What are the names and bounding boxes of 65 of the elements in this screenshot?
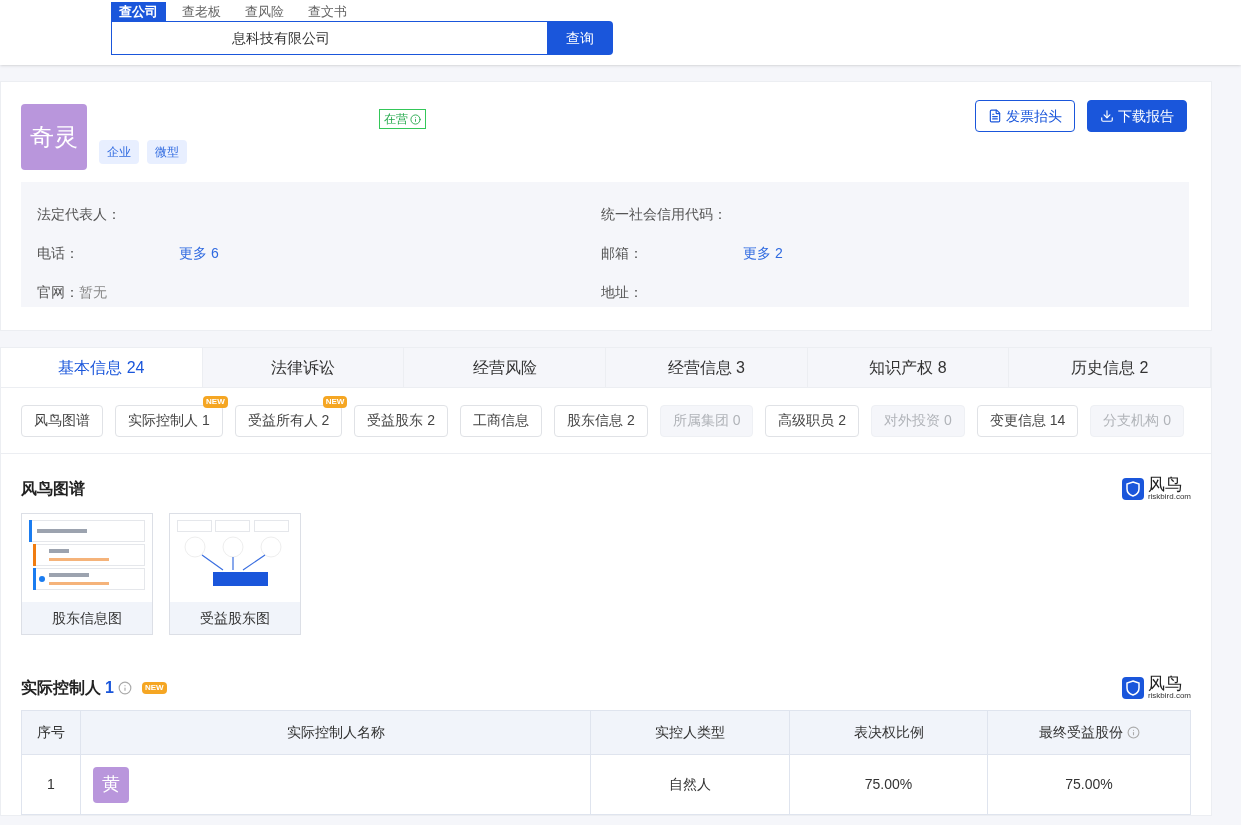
column-header: 序号	[21, 710, 81, 755]
column-header: 表决权比例	[789, 710, 988, 755]
field-label: 统一社会信用代码：	[601, 204, 727, 224]
invoice-title-button[interactable]: 发票抬头	[975, 100, 1075, 132]
section-tab[interactable]: 法律诉讼	[202, 348, 405, 387]
shield-logo-icon	[1121, 676, 1144, 699]
search-field[interactable]: 息科技有限公司	[111, 21, 547, 55]
status-badge: 在营	[379, 109, 426, 129]
column-header: 实际控制人名称	[80, 710, 591, 755]
field-value: 暂无	[79, 283, 107, 303]
tag-badge: 企业	[99, 140, 139, 164]
nav-chip[interactable]: 高级职员 2	[765, 404, 860, 437]
nav-chip[interactable]: 风鸟图谱	[21, 404, 103, 437]
nav-chip[interactable]: 变更信息 14	[976, 404, 1079, 437]
search-tab[interactable]: 查老板	[174, 2, 229, 21]
section-tab[interactable]: 经营信息 3	[606, 348, 808, 387]
tag-badge: 微型	[147, 140, 187, 164]
table-cell: 75.00%	[789, 754, 988, 815]
nav-chip[interactable]: 实际控制人 1	[115, 404, 223, 437]
company-avatar: 奇灵	[21, 104, 87, 170]
shield-logo-icon	[1121, 477, 1144, 500]
field-label: 法定代表人：	[37, 204, 121, 224]
card-label: 受益股东图	[170, 602, 300, 634]
person-avatar: 黄	[93, 766, 129, 803]
table-cell: 自然人	[590, 754, 790, 815]
info-icon	[410, 113, 421, 125]
new-badge: NEW	[322, 395, 348, 408]
field-label: 地址：	[601, 283, 643, 303]
table-cell: 75.00%	[987, 754, 1191, 815]
search-tab[interactable]: 查公司	[111, 2, 166, 21]
section-tab[interactable]: 知识产权 8	[807, 348, 1010, 387]
download-report-button[interactable]: 下载报告	[1087, 100, 1187, 132]
card-label: 股东信息图	[22, 602, 152, 634]
logo-domain: riskbird.com	[1147, 692, 1191, 700]
logo-name: 风鸟	[1147, 476, 1182, 493]
info-icon	[1126, 726, 1140, 739]
field-label: 电话：	[37, 244, 79, 263]
nav-chip[interactable]: 工商信息	[460, 404, 543, 437]
nav-chip[interactable]: 股东信息 2	[554, 404, 648, 437]
nav-chip[interactable]: 受益所有人 2	[234, 404, 343, 437]
search-tab[interactable]: 查文书	[300, 2, 355, 21]
info-icon	[117, 680, 132, 695]
section-title: 实际控制人	[21, 677, 101, 698]
column-header: 最终受益股份	[987, 710, 1191, 755]
column-header: 实控人类型	[590, 710, 790, 755]
logo-name: 风鸟	[1147, 675, 1182, 692]
nav-chip[interactable]: 受益股东 2	[354, 404, 449, 437]
section-tab[interactable]: 历史信息 2	[1009, 348, 1212, 387]
more-link[interactable]: 更多 6	[179, 243, 219, 264]
field-label: 邮箱：	[601, 244, 643, 263]
more-link[interactable]: 更多 2	[743, 243, 783, 264]
chart-card[interactable]: 受益股东图	[169, 513, 301, 635]
section-tab[interactable]: 经营风险	[404, 348, 606, 387]
section-title: 风鸟图谱	[21, 478, 85, 499]
field-label: 官网：	[37, 283, 79, 303]
download-icon	[1100, 109, 1114, 123]
receipt-icon	[988, 109, 1002, 123]
chart-card[interactable]: 股东信息图	[21, 513, 153, 635]
logo-domain: riskbird.com	[1147, 493, 1191, 501]
controller-count: 1	[105, 677, 114, 698]
search-button[interactable]: 查询	[547, 21, 613, 55]
new-badge: NEW	[203, 395, 228, 408]
search-tab[interactable]: 查风险	[237, 2, 292, 21]
table-cell: 1	[21, 754, 81, 815]
new-badge: NEW	[141, 681, 167, 694]
